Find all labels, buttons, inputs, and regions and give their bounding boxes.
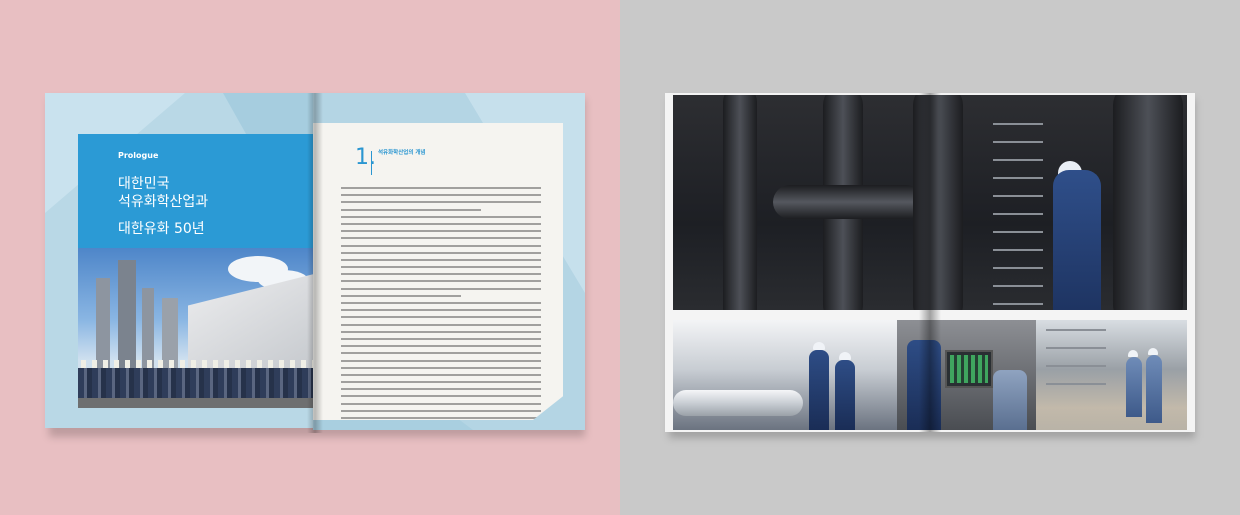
body-text-block (341, 187, 541, 420)
control-monitor (945, 350, 993, 388)
text-line (341, 258, 541, 261)
worker-helmet (839, 352, 851, 360)
worker-figure (809, 350, 829, 430)
thumbnail-photo (673, 320, 897, 430)
text-line (341, 222, 541, 225)
brochure-spread-left: Prologue 대한민국 석유화학산업과 대한유화 50년 1. 석유화학산업… (45, 93, 585, 437)
thumbnail-photo (897, 320, 1036, 430)
text-line (341, 359, 541, 362)
brochure-pages (665, 93, 1195, 432)
text-line (341, 237, 541, 240)
text-line (341, 316, 541, 319)
book-gutter (919, 93, 941, 432)
text-line (341, 330, 541, 333)
text-line (341, 251, 541, 254)
text-line (341, 366, 541, 369)
text-line (341, 187, 541, 189)
text-line (341, 244, 541, 247)
worker-figure (1146, 355, 1162, 423)
text-line (341, 395, 541, 398)
worker-figure (993, 370, 1027, 430)
text-line (341, 294, 461, 297)
text-line (341, 287, 541, 290)
text-line (341, 201, 541, 204)
text-line (341, 381, 541, 384)
text-line (341, 352, 541, 355)
text-line (341, 373, 541, 376)
group-photo (78, 248, 313, 408)
worker-figure (835, 360, 855, 430)
worker-helmet (813, 342, 825, 350)
text-line (341, 402, 541, 405)
pipe-shape (773, 185, 923, 219)
ground (78, 398, 313, 408)
page-title: 대한민국 석유화학산업과 (118, 175, 298, 211)
text-line (341, 230, 541, 233)
page-subtitle: 대한유화 50년 (118, 221, 205, 237)
section-divider (371, 151, 372, 175)
section-title: 석유화학산업의 개념 (378, 150, 426, 156)
text-line (341, 273, 541, 276)
plant-structure (993, 115, 1043, 305)
worker-helmet (1148, 348, 1158, 355)
thumbnail-photo (1036, 320, 1187, 430)
brochure-spread-right (665, 93, 1195, 438)
text-line (341, 215, 541, 218)
text-line (341, 345, 541, 348)
pipe-shape (1113, 95, 1183, 310)
text-line (341, 388, 541, 391)
text-line (341, 266, 541, 269)
title-line: 석유화학산업과 (118, 194, 209, 210)
text-line (341, 280, 541, 283)
worker-figure (1053, 170, 1101, 310)
text-line (341, 208, 481, 211)
text-line (341, 417, 541, 419)
text-line (341, 302, 541, 304)
pipe-shape (673, 390, 803, 416)
book-gutter (307, 93, 323, 433)
text-line (341, 194, 541, 197)
text-panel: 1. 석유화학산업의 개념 (313, 123, 563, 420)
section-number: 1. (355, 145, 376, 170)
text-line (341, 337, 541, 340)
worker-helmet (1128, 350, 1138, 357)
text-line (341, 323, 541, 326)
title-line: 대한민국 (118, 176, 170, 192)
text-line (341, 309, 541, 312)
text-line (341, 409, 541, 412)
plant-structure (1046, 325, 1106, 385)
brochure-left-page: Prologue 대한민국 석유화학산업과 대한유화 50년 (45, 93, 313, 428)
pipe-shape (723, 95, 757, 310)
worker-figure (1126, 357, 1142, 417)
brochure-right-page: 1. 석유화학산업의 개념 (313, 93, 585, 430)
prologue-label: Prologue (118, 151, 159, 160)
